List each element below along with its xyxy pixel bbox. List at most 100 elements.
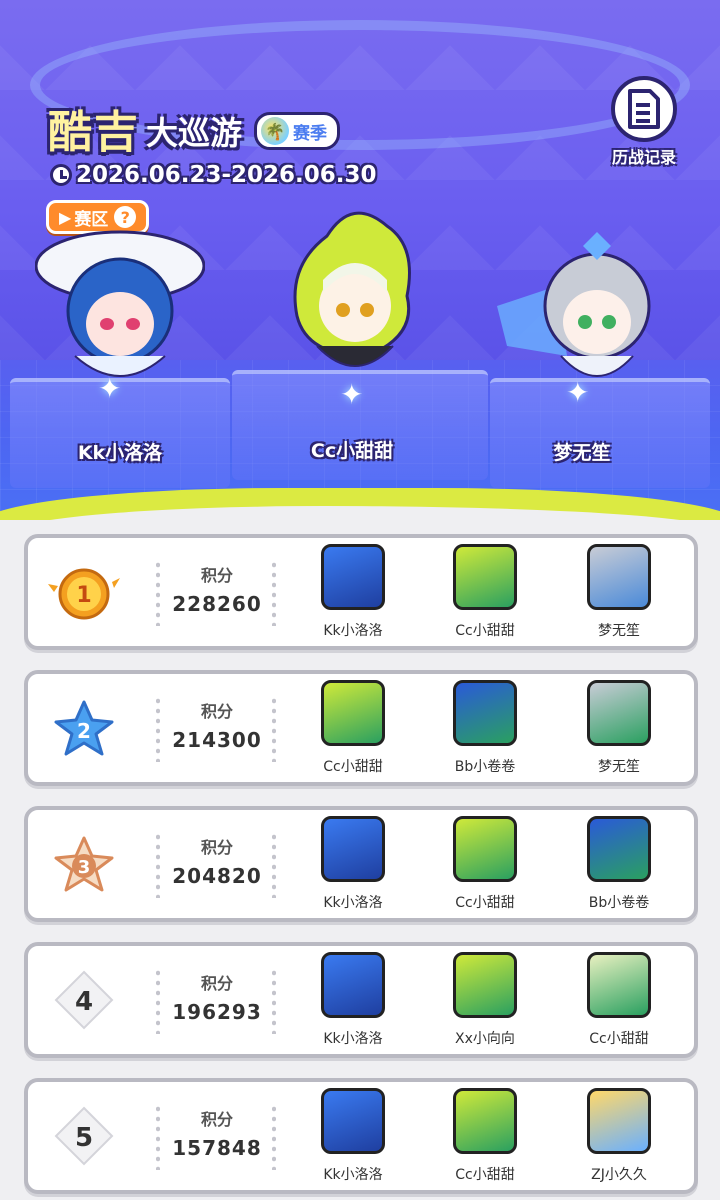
divider bbox=[156, 1104, 160, 1170]
avatar bbox=[321, 816, 385, 882]
clock-icon bbox=[50, 164, 72, 186]
rank-card[interactable]: 3 积分 204820 Kk小洛洛 Cc小甜甜 Bb小卷卷 bbox=[24, 806, 698, 922]
season-badge: 🌴 赛季 bbox=[254, 112, 341, 150]
podium-player-left[interactable]: ✦ Kk小洛洛 bbox=[0, 196, 240, 486]
team-member[interactable]: Xx小向向 bbox=[430, 952, 540, 1052]
avatar bbox=[587, 952, 651, 1018]
team-member[interactable]: Cc小甜甜 bbox=[430, 1088, 540, 1188]
team-member[interactable]: Cc小甜甜 bbox=[430, 544, 540, 644]
svg-text:3: 3 bbox=[78, 857, 91, 878]
team-member[interactable]: Kk小洛洛 bbox=[298, 544, 408, 644]
divider bbox=[156, 560, 160, 626]
score-value: 228260 bbox=[172, 592, 262, 616]
avatar bbox=[321, 952, 385, 1018]
palm-tree-icon: 🌴 bbox=[261, 117, 290, 145]
score-value: 157848 bbox=[172, 1136, 262, 1160]
podium-name: 梦无笙 bbox=[553, 442, 611, 464]
avatar bbox=[453, 1088, 517, 1154]
rank-card[interactable]: 1 积分 228260 Kk小洛洛 Cc小甜甜 梦无笙 bbox=[24, 534, 698, 650]
member-name: Kk小洛洛 bbox=[323, 1167, 383, 1183]
event-title: 酷吉 大巡游 🌴 赛季 bbox=[48, 96, 341, 160]
member-name: Cc小甜甜 bbox=[455, 895, 515, 911]
team-member[interactable]: Cc小甜甜 bbox=[564, 952, 674, 1052]
svg-text:4: 4 bbox=[75, 987, 93, 1017]
team-member[interactable]: Cc小甜甜 bbox=[298, 680, 408, 780]
podium-name: Cc小甜甜 bbox=[310, 440, 394, 462]
avatar bbox=[587, 816, 651, 882]
divider bbox=[272, 968, 276, 1034]
title-main: 酷吉 bbox=[48, 107, 140, 158]
svg-text:2: 2 bbox=[77, 719, 91, 743]
team-member[interactable]: Kk小洛洛 bbox=[298, 816, 408, 916]
member-name: 梦无笙 bbox=[598, 759, 640, 775]
event-header: 酷吉 大巡游 🌴 赛季 2026.06.23-2026.06.30 ▶ 赛区 ?… bbox=[0, 0, 720, 520]
avatar bbox=[453, 952, 517, 1018]
member-name: Bb小卷卷 bbox=[588, 895, 650, 911]
member-name: 梦无笙 bbox=[598, 623, 640, 639]
team-member[interactable]: Bb小卷卷 bbox=[430, 680, 540, 780]
avatar bbox=[587, 680, 651, 746]
avatar bbox=[453, 680, 517, 746]
member-name: Cc小甜甜 bbox=[455, 1167, 515, 1183]
svg-text:1: 1 bbox=[76, 583, 91, 608]
divider bbox=[272, 560, 276, 626]
podium-player-right[interactable]: ✦ 梦无笙 bbox=[462, 196, 702, 486]
rank-card[interactable]: 2 积分 214300 Cc小甜甜 Bb小卷卷 梦无笙 bbox=[24, 670, 698, 786]
rank-card[interactable]: 4 积分 196293 Kk小洛洛 Xx小向向 Cc小甜甜 bbox=[24, 942, 698, 1058]
member-name: ZJ小久久 bbox=[591, 1167, 647, 1183]
sparkle-icon: ✦ bbox=[566, 376, 590, 409]
team-member[interactable]: Cc小甜甜 bbox=[430, 816, 540, 916]
score-label: 积分 bbox=[200, 566, 233, 585]
divider bbox=[156, 832, 160, 898]
avatar bbox=[587, 544, 651, 610]
score-label: 积分 bbox=[200, 1110, 233, 1129]
member-name: Kk小洛洛 bbox=[323, 623, 383, 639]
team-member[interactable]: 梦无笙 bbox=[564, 680, 674, 780]
podium-player-center[interactable]: ✦ Cc小甜甜 bbox=[232, 186, 472, 476]
rank-card[interactable]: 5 积分 157848 Kk小洛洛 Cc小甜甜 ZJ小久久 bbox=[24, 1078, 698, 1194]
divider bbox=[156, 968, 160, 1034]
event-date: 2026.06.23-2026.06.30 bbox=[50, 162, 377, 188]
team-member[interactable]: Kk小洛洛 bbox=[298, 1088, 408, 1188]
avatar bbox=[321, 544, 385, 610]
member-name: Kk小洛洛 bbox=[323, 1031, 383, 1047]
document-icon bbox=[611, 76, 677, 142]
season-label: 赛季 bbox=[293, 123, 328, 144]
avatar bbox=[453, 816, 517, 882]
title-sub: 大巡游 bbox=[146, 114, 243, 152]
history-label: 历战记录 bbox=[611, 148, 676, 167]
rank-5-badge-icon: 5 bbox=[54, 1106, 114, 1166]
divider bbox=[156, 696, 160, 762]
avatar bbox=[587, 1088, 651, 1154]
avatar bbox=[321, 1088, 385, 1154]
score-label: 积分 bbox=[200, 838, 233, 857]
team-member[interactable]: ZJ小久久 bbox=[564, 1088, 674, 1188]
member-name: Bb小卷卷 bbox=[454, 759, 516, 775]
rank-4-badge-icon: 4 bbox=[54, 970, 114, 1030]
score-value: 196293 bbox=[172, 1000, 262, 1024]
member-name: Cc小甜甜 bbox=[455, 623, 515, 639]
member-name: Kk小洛洛 bbox=[323, 895, 383, 911]
podium-name: Kk小洛洛 bbox=[77, 442, 163, 464]
team-member[interactable]: Bb小卷卷 bbox=[564, 816, 674, 916]
avatar bbox=[321, 680, 385, 746]
rank-2-medal-icon: 2 bbox=[54, 700, 114, 756]
score-value: 214300 bbox=[172, 728, 262, 752]
member-name: Cc小甜甜 bbox=[323, 759, 383, 775]
sparkle-icon: ✦ bbox=[98, 372, 122, 405]
date-range: 2026.06.23-2026.06.30 bbox=[76, 162, 377, 188]
sparkle-icon: ✦ bbox=[340, 378, 364, 411]
team-member[interactable]: 梦无笙 bbox=[564, 544, 674, 644]
divider bbox=[272, 832, 276, 898]
rank-3-medal-icon: 3 bbox=[54, 836, 114, 892]
member-name: Xx小向向 bbox=[455, 1031, 515, 1047]
divider bbox=[272, 1104, 276, 1170]
divider bbox=[272, 696, 276, 762]
team-member[interactable]: Kk小洛洛 bbox=[298, 952, 408, 1052]
member-name: Cc小甜甜 bbox=[589, 1031, 649, 1047]
rank-1-medal-icon: 1 bbox=[48, 568, 120, 620]
history-button[interactable]: 历战记录 bbox=[596, 76, 692, 172]
avatar bbox=[293, 211, 411, 367]
score-value: 204820 bbox=[172, 864, 262, 888]
avatar bbox=[453, 544, 517, 610]
